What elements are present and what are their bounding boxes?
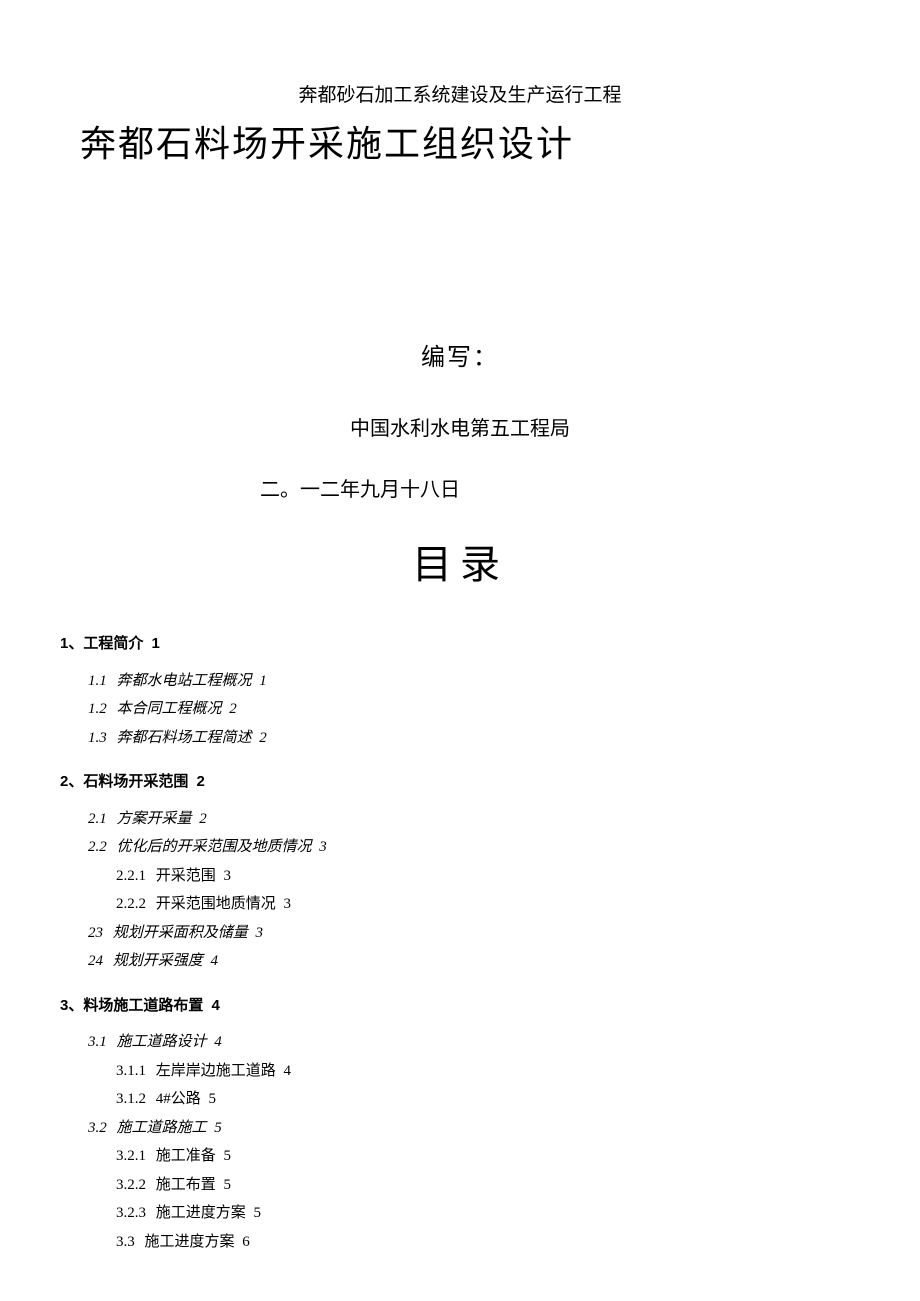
toc-item-1-3: 1.3 奔都石料场工程简述 2 [88, 724, 860, 753]
toc-item-3-2-1: 3.2.1 施工准备 5 [116, 1142, 860, 1171]
toc-page: 2 [229, 701, 237, 717]
toc-num: 1.2 [88, 695, 107, 724]
toc-page: 3 [256, 925, 264, 941]
toc-item-3-2-2: 3.2.2 施工布置 5 [116, 1171, 860, 1200]
toc-page: 5 [214, 1120, 222, 1136]
toc-num: 3.1.1 [116, 1057, 146, 1086]
toc-page: 3 [284, 896, 292, 912]
toc-label: 优化后的开采范围及地质情况 [117, 839, 312, 855]
toc-page: 5 [209, 1091, 217, 1107]
toc-label: 本合同工程概况 [117, 701, 222, 717]
toc-num: 3.2 [88, 1114, 107, 1143]
toc-label: 施工准备 [156, 1148, 216, 1164]
toc-page: 2 [259, 730, 267, 746]
toc-title: 目录 [60, 532, 860, 590]
toc-item-1-1: 1.1 奔都水电站工程概况 1 [88, 667, 860, 696]
toc-item-3-2-3: 3.2.3 施工进度方案 5 [116, 1199, 860, 1228]
toc-page: 4 [284, 1063, 292, 1079]
organization-name: 中国水利水电第五工程局 [60, 412, 860, 441]
toc-num: 23 [88, 919, 103, 948]
toc-num: 1.3 [88, 724, 107, 753]
toc-label: 规划开采强度 [113, 953, 203, 969]
toc-num: 2.2.1 [116, 862, 146, 891]
document-subtitle: 奔都砂石加工系统建设及生产运行工程 [60, 80, 860, 107]
toc-label: 方案开采量 [117, 811, 192, 827]
toc-section-2: 2、石料场开采范围 2 [60, 768, 860, 797]
toc-item-1-2: 1.2 本合同工程概况 2 [88, 695, 860, 724]
toc-label: 开采范围地质情况 [156, 896, 276, 912]
toc-page: 5 [254, 1205, 262, 1221]
toc-page: 3 [319, 839, 327, 855]
toc-label: 奔都石料场工程简述 [117, 730, 252, 746]
toc-label: 开采范围 [156, 868, 216, 884]
toc-label: 左岸岸边施工道路 [156, 1063, 276, 1079]
toc-num: 3.3 [116, 1228, 135, 1257]
toc-page: 3 [224, 868, 232, 884]
toc-item-2-4: 24 规划开采强度 4 [88, 947, 860, 976]
toc-page: 5 [224, 1148, 232, 1164]
toc-item-3-3: 3.3 施工进度方案 6 [116, 1228, 860, 1257]
toc-item-2-2: 2.2 优化后的开采范围及地质情况 3 [88, 833, 860, 862]
toc-page: 4 [212, 997, 220, 1014]
toc-item-2-3: 23 规划开采面积及储量 3 [88, 919, 860, 948]
toc-page: 2 [199, 811, 207, 827]
toc-label: 施工布置 [156, 1177, 216, 1193]
toc-num: 2.2.2 [116, 890, 146, 919]
toc-item-2-1: 2.1 方案开采量 2 [88, 805, 860, 834]
toc-label: 3、料场施工道路布置 [60, 997, 203, 1014]
toc-page: 6 [242, 1234, 250, 1250]
toc-label: 奔都水电站工程概况 [117, 673, 252, 689]
toc-label: 施工进度方案 [145, 1234, 235, 1250]
toc-page: 4 [214, 1034, 222, 1050]
toc-label: 规划开采面积及储量 [113, 925, 248, 941]
toc-section-3: 3、料场施工道路布置 4 [60, 992, 860, 1021]
toc-item-2-2-1: 2.2.1 开采范围 3 [116, 862, 860, 891]
document-title: 奔都石料场开采施工组织设计 [80, 115, 860, 167]
toc-num: 3.2.1 [116, 1142, 146, 1171]
author-label: 编写： [60, 337, 860, 372]
toc-label: 1、工程简介 [60, 635, 143, 652]
toc-item-3-1: 3.1 施工道路设计 4 [88, 1028, 860, 1057]
toc-num: 2.2 [88, 833, 107, 862]
toc-num: 3.2.3 [116, 1199, 146, 1228]
document-date: 二。一二年九月十八日 [260, 473, 860, 502]
toc-label: 施工进度方案 [156, 1205, 246, 1221]
toc-num: 2.1 [88, 805, 107, 834]
toc-section-1: 1、工程简介 1 [60, 630, 860, 659]
toc-page: 1 [259, 673, 267, 689]
toc-num: 3.1 [88, 1028, 107, 1057]
toc-page: 4 [211, 953, 219, 969]
toc-num: 1.1 [88, 667, 107, 696]
toc-label: 施工道路设计 [117, 1034, 207, 1050]
toc-item-2-2-2: 2.2.2 开采范围地质情况 3 [116, 890, 860, 919]
toc-label: 4#公路 [156, 1091, 201, 1107]
toc-item-3-2: 3.2 施工道路施工 5 [88, 1114, 860, 1143]
toc-num: 24 [88, 947, 103, 976]
toc-page: 2 [197, 773, 205, 790]
toc-page: 1 [152, 635, 160, 652]
table-of-contents: 1、工程简介 1 1.1 奔都水电站工程概况 1 1.2 本合同工程概况 2 1… [60, 630, 860, 1256]
toc-page: 5 [224, 1177, 232, 1193]
toc-num: 3.1.2 [116, 1085, 146, 1114]
toc-item-3-1-1: 3.1.1 左岸岸边施工道路 4 [116, 1057, 860, 1086]
toc-num: 3.2.2 [116, 1171, 146, 1200]
toc-label: 2、石料场开采范围 [60, 773, 188, 790]
toc-label: 施工道路施工 [117, 1120, 207, 1136]
toc-item-3-1-2: 3.1.2 4#公路 5 [116, 1085, 860, 1114]
